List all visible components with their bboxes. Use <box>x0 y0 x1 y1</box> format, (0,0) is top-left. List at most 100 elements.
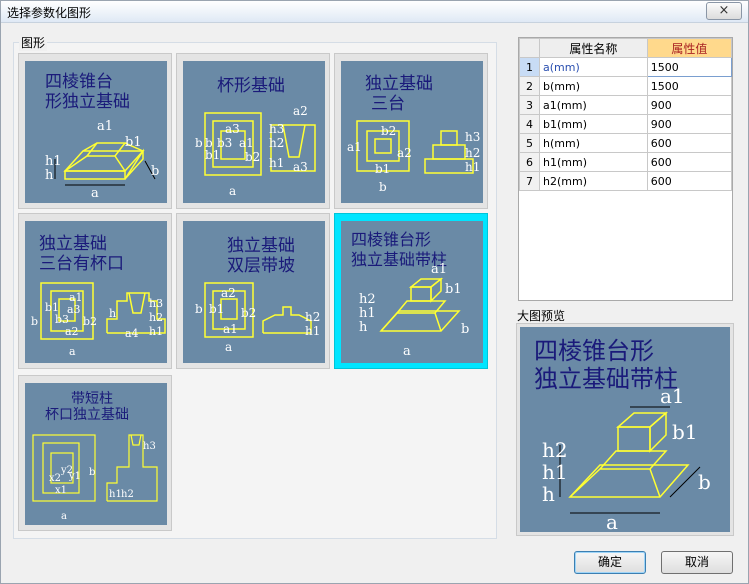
title-bar: 选择参数化图形 × <box>1 1 748 23</box>
thumbnail-double-slope-foundation[interactable]: 独立基础 双层带坡 a2 b b1 b2 a1 a h2 h1 <box>176 213 330 369</box>
property-value[interactable]: 600 <box>646 171 733 191</box>
dim-label: b2 <box>381 124 396 138</box>
dim-label: b1 <box>209 302 224 316</box>
property-name: h(mm) <box>539 133 648 153</box>
table-row[interactable]: 3 a1(mm) 900 <box>519 95 733 115</box>
thumbnail-pyramid-frustum[interactable]: 四棱锥台 形独立基础 a1 b1 h1 h a b <box>18 53 172 209</box>
dim-label: a3 <box>225 122 240 136</box>
thumbnail-image: 四棱锥台形 独立基础带柱 a1 b1 h2 h1 h a b <box>341 221 483 363</box>
ok-button[interactable]: 确定 <box>574 551 646 574</box>
dim-label: b1 <box>672 420 698 444</box>
dim-label: a1 <box>347 140 362 154</box>
property-name: b(mm) <box>539 76 648 96</box>
thumbnail-short-column-cup-foundation[interactable]: 带短柱 杯口独立基础 x2 y2 y1 x1 b a h3 h1 h2 <box>18 375 172 531</box>
dim-label: h1 <box>465 160 480 174</box>
table-row[interactable]: 6 h1(mm) 600 <box>519 152 733 172</box>
dim-label: a2 <box>293 104 308 118</box>
dim-label: b2 <box>245 150 260 164</box>
table-row[interactable]: 7 h2(mm) 600 <box>519 171 733 191</box>
dim-label: h1 <box>359 306 376 321</box>
property-value[interactable]: 600 <box>646 152 733 172</box>
row-number: 2 <box>519 76 540 96</box>
dim-label: b <box>31 315 38 328</box>
dim-label: a <box>606 510 618 532</box>
dim-label: h3 <box>465 130 480 144</box>
thumb-title-1: 带短柱 <box>71 391 113 407</box>
thumb-title-2: 杯口独立基础 <box>45 406 129 423</box>
table-row[interactable]: 2 b(mm) 1500 <box>519 76 733 96</box>
property-name-header: 属性名称 <box>539 38 648 58</box>
dim-label: b <box>195 302 203 316</box>
dim-label: a3 <box>293 160 308 174</box>
dim-label: a <box>225 340 232 354</box>
row-number: 4 <box>519 114 540 134</box>
dim-label: a1 <box>97 119 113 134</box>
property-name: h2(mm) <box>539 171 648 191</box>
property-value[interactable]: 900 <box>646 95 733 115</box>
dim-label: a2 <box>221 286 236 300</box>
row-number: 7 <box>519 171 540 191</box>
property-value[interactable]: 1500 <box>646 76 733 96</box>
thumbnail-image: 独立基础 双层带坡 a2 b b1 b2 a1 a h2 h1 <box>183 221 325 363</box>
close-button[interactable]: × <box>706 2 742 20</box>
dim-label: h1 <box>542 460 568 484</box>
dim-label: b <box>195 136 203 150</box>
dim-label: a1 <box>660 384 685 408</box>
dim-label: h2 <box>542 438 568 462</box>
dim-label: h3 <box>269 122 284 136</box>
thumb-title-1: 四棱锥台形 <box>351 230 431 249</box>
thumbnail-image: 独立基础 三台 b2 a1 a2 h3 h2 h1 b1 b <box>341 61 483 203</box>
dim-label: h <box>109 307 116 320</box>
thumbnail-three-step-cup-foundation[interactable]: 独立基础 三台有杯口 a1 b1 a3 b3 a2 b2 a4 h3 h2 h1… <box>18 213 172 369</box>
thumbnail-pyramid-with-column[interactable]: 四棱锥台形 独立基础带柱 a1 b1 h2 h1 h a b <box>334 213 488 369</box>
dim-label: h2 <box>465 146 480 160</box>
dim-label: a <box>229 184 236 198</box>
thumb-title-1: 独立基础 <box>39 234 107 254</box>
property-name: h1(mm) <box>539 152 648 172</box>
thumbnail-cup-foundation[interactable]: 杯形基础 a2 a3 h3 b b3 a1 h2 b b1 b2 h1 a3 a <box>176 53 330 209</box>
property-name: a1(mm) <box>539 95 648 115</box>
dim-label: x2 <box>49 473 61 484</box>
table-row[interactable]: 1 a(mm) 1500 <box>519 57 733 77</box>
thumbnail-image: 四棱锥台 形独立基础 a1 b1 h1 h a b <box>25 61 167 203</box>
thumbnail-image: 独立基础 三台有杯口 a1 b1 a3 b3 a2 b2 a4 h3 h2 h1… <box>25 221 167 363</box>
table-row[interactable]: 4 b1(mm) 900 <box>519 114 733 134</box>
thumb-title-1: 四棱锥台 <box>45 72 113 92</box>
thumbnail-image: 带短柱 杯口独立基础 x2 y2 y1 x1 b a h3 h1 h2 <box>25 383 167 525</box>
dim-label: b2 <box>83 315 97 328</box>
properties-table: 属性名称 属性值 1 a(mm) 1500 2 b(mm) 1500 3 a1(… <box>518 37 733 301</box>
row-number: 1 <box>519 57 540 77</box>
thumb-title-2: 双层带坡 <box>227 256 295 276</box>
dim-label: b1 <box>375 162 390 176</box>
property-value[interactable]: 1500 <box>646 57 733 77</box>
dim-label: b <box>89 467 95 478</box>
graphics-group-label: 图形 <box>19 34 48 51</box>
table-row[interactable]: 5 h(mm) 600 <box>519 133 733 153</box>
dim-label: a1 <box>431 262 447 277</box>
dim-label: h <box>359 320 368 335</box>
dim-label: h3 <box>149 297 163 310</box>
dim-label: h1 <box>305 324 320 338</box>
dim-label: h1 <box>109 489 122 500</box>
row-number: 3 <box>519 95 540 115</box>
property-name: b1(mm) <box>539 114 648 134</box>
dim-label: a <box>61 511 67 522</box>
thumb-title-1: 独立基础 <box>365 74 433 94</box>
thumbnail-image: 杯形基础 a2 a3 h3 b b3 a1 h2 b b1 b2 h1 a3 a <box>183 61 325 203</box>
dim-label: b <box>461 322 469 337</box>
preview-title-2: 独立基础带柱 <box>534 365 678 393</box>
thumb-title-1: 独立基础 <box>227 236 295 256</box>
dim-label: b <box>379 180 387 194</box>
cancel-button[interactable]: 取消 <box>661 551 733 574</box>
dim-label: a2 <box>65 325 79 338</box>
dim-label: a <box>403 344 411 359</box>
dim-label: a <box>91 186 99 201</box>
dim-label: a1 <box>223 322 238 336</box>
thumbnail-three-step-foundation[interactable]: 独立基础 三台 b2 a1 a2 h3 h2 h1 b1 b <box>334 53 488 209</box>
property-value[interactable]: 900 <box>646 114 733 134</box>
window-title: 选择参数化图形 <box>7 6 92 20</box>
preview-label: 大图预览 <box>517 309 566 323</box>
preview-title-1: 四棱锥台形 <box>534 337 654 365</box>
property-value[interactable]: 600 <box>646 133 733 153</box>
dim-label: h2 <box>121 489 134 500</box>
